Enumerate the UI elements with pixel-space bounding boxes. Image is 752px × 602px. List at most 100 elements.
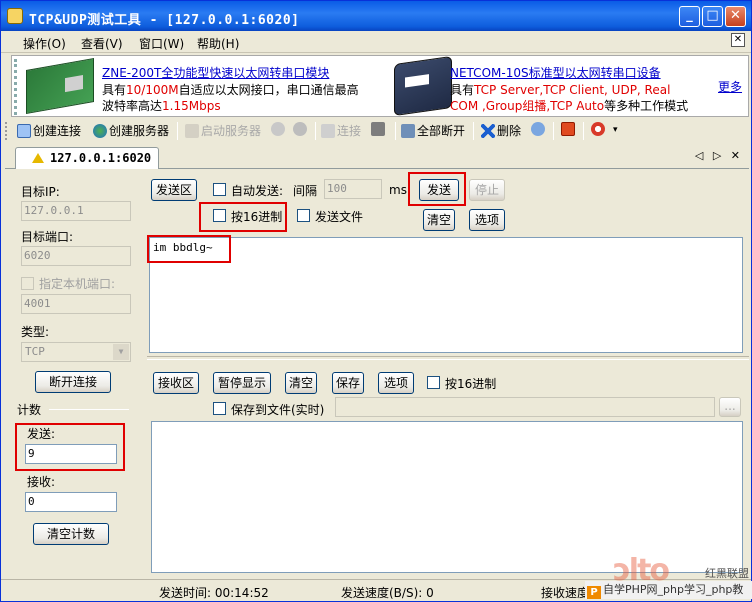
- tab-connection[interactable]: 127.0.0.1:6020: [15, 147, 159, 169]
- maximize-button[interactable]: □: [702, 6, 723, 27]
- recv-save-button[interactable]: 保存: [332, 372, 364, 394]
- create-connection-button[interactable]: 创建连接: [17, 122, 81, 140]
- status-send-time: 发送时间: 00:14:52: [159, 586, 269, 600]
- menu-operate[interactable]: 操作(O): [23, 35, 66, 52]
- type-select[interactable]: TCP ▼: [21, 342, 131, 362]
- start-server-button[interactable]: 启动服务器: [185, 122, 261, 140]
- server-settings-button[interactable]: [271, 122, 287, 140]
- help-button[interactable]: [591, 122, 607, 140]
- recv-clear-button[interactable]: 清空: [285, 372, 317, 394]
- network-icon: [531, 122, 545, 136]
- chevron-down-icon[interactable]: ▼: [113, 344, 129, 360]
- menu-window[interactable]: 窗口(W): [139, 35, 184, 52]
- close-button[interactable]: ✕: [725, 6, 746, 27]
- toolbar-overflow-chevron-icon[interactable]: ▾: [613, 125, 618, 143]
- toolbar-separator: [395, 122, 396, 140]
- network-button[interactable]: [531, 122, 547, 140]
- send-options-button[interactable]: 选项: [469, 209, 505, 231]
- gear-icon: [271, 122, 285, 136]
- toolbar-separator: [473, 122, 474, 140]
- connect-icon: [321, 124, 335, 138]
- ad-more-link[interactable]: 更多: [718, 78, 742, 95]
- toolbar-separator: [315, 122, 316, 140]
- menu-help[interactable]: 帮助(H): [197, 35, 239, 52]
- target-port-label: 目标端口:: [21, 230, 74, 244]
- save-file-path-field[interactable]: [335, 397, 715, 417]
- recv-hex-checkbox[interactable]: [427, 376, 440, 389]
- target-ip-field[interactable]: 127.0.0.1: [21, 201, 131, 221]
- interval-unit: ms: [389, 183, 407, 197]
- toolbar-separator: [553, 122, 554, 140]
- minimize-button[interactable]: _: [679, 6, 700, 27]
- title-bar[interactable]: TCP&UDP测试工具 - [127.0.0.1:6020] _ □ ✕: [1, 1, 751, 31]
- send-count-field[interactable]: 9: [25, 444, 117, 464]
- auto-send-checkbox[interactable]: [213, 183, 226, 196]
- send-hex-checkbox[interactable]: [213, 209, 226, 222]
- netcom-device-image: [394, 55, 452, 117]
- recv-hex-label: 按16进制: [445, 377, 497, 391]
- globe-icon: [93, 124, 107, 138]
- send-textarea[interactable]: im bbdlg~: [149, 237, 743, 353]
- connect-button[interactable]: 连接: [321, 122, 361, 140]
- receive-textarea[interactable]: [151, 421, 743, 573]
- connection-settings-panel: 目标IP: 127.0.0.1 目标端口: 6020 指定本机端口: 4001 …: [5, 171, 143, 573]
- menu-view[interactable]: 查看(V): [81, 35, 123, 52]
- stop-send-button[interactable]: 停止: [469, 179, 505, 201]
- menu-bar: 操作(O) 查看(V) 窗口(W) 帮助(H) ✕: [1, 31, 751, 53]
- interval-field[interactable]: 100: [324, 179, 382, 199]
- save-to-file-checkbox[interactable]: [213, 402, 226, 415]
- receive-area-button[interactable]: 接收区: [153, 372, 199, 394]
- power-button[interactable]: [561, 122, 577, 140]
- toolbar-grip: [5, 122, 8, 140]
- pause-display-button[interactable]: 暂停显示: [213, 372, 271, 394]
- disconnect-button[interactable]: 断开连接: [35, 371, 111, 393]
- disconnect-all-icon: [401, 124, 415, 138]
- app-window: TCP&UDP测试工具 - [127.0.0.1:6020] _ □ ✕ 操作(…: [0, 0, 752, 602]
- local-port-checkbox[interactable]: [21, 277, 34, 290]
- panel-splitter[interactable]: [147, 356, 749, 360]
- ad-link-netcom[interactable]: NETCOM-10S标准型以太网转串口设备: [450, 64, 661, 81]
- send-file-checkbox[interactable]: [297, 209, 310, 222]
- app-icon: [7, 8, 23, 24]
- window-title: TCP&UDP测试工具 - [127.0.0.1:6020]: [29, 13, 300, 28]
- mdi-close-icon[interactable]: ✕: [731, 33, 745, 47]
- create-server-button[interactable]: 创建服务器: [93, 122, 169, 140]
- local-port-field[interactable]: 4001: [21, 294, 131, 314]
- auto-send-label: 自动发送:: [231, 184, 284, 198]
- disconnect-all-button[interactable]: 全部断开: [401, 122, 465, 140]
- send-file-label: 发送文件: [315, 210, 364, 224]
- stop-icon: [293, 122, 307, 136]
- delete-icon: [481, 124, 495, 138]
- module-board-image: [26, 58, 94, 114]
- disconnect-icon: [371, 122, 385, 136]
- watermark-text: 红黑联盟: [705, 567, 749, 580]
- browse-button[interactable]: ...: [719, 397, 741, 417]
- delete-button[interactable]: 删除: [481, 122, 521, 140]
- toolbar: 创建连接 创建服务器 启动服务器 连接 全部断开 删除 ▾: [1, 119, 751, 143]
- send-count-label: 发送:: [27, 427, 56, 441]
- ad-link-zne200t[interactable]: ZNE-200T全功能型快速以太网转串口模块: [102, 64, 329, 81]
- clear-count-button[interactable]: 清空计数: [33, 523, 109, 545]
- local-port-label: 指定本机端口:: [39, 277, 116, 291]
- watermark-bar: P 自学PHP网_php学习_php教: [585, 581, 752, 599]
- target-port-field[interactable]: 6020: [21, 246, 131, 266]
- recv-count-field[interactable]: 0: [25, 492, 117, 512]
- count-group-divider: [49, 409, 129, 410]
- send-hex-label: 按16进制: [231, 210, 283, 224]
- server-start-icon: [185, 124, 199, 138]
- ad-left-line3: 波特率高达1.15Mbps: [102, 99, 221, 113]
- connection-warning-icon: [32, 153, 44, 163]
- send-button[interactable]: 发送: [419, 179, 459, 201]
- ad-banner: ZNE-200T全功能型快速以太网转串口模块 具有10/100M自适应以太网接口…: [11, 55, 749, 117]
- send-area-button[interactable]: 发送区: [151, 179, 197, 201]
- power-icon: [561, 122, 575, 136]
- recv-options-button[interactable]: 选项: [378, 372, 414, 394]
- toolbar-separator: [583, 122, 584, 140]
- disconnect-icon-button[interactable]: [371, 122, 387, 140]
- status-recv-speed: 接收速度: [541, 586, 590, 600]
- stop-button[interactable]: [293, 122, 309, 140]
- tab-navigation-controls[interactable]: ◁ ▷ ✕: [695, 149, 743, 162]
- send-clear-button[interactable]: 清空: [423, 209, 455, 231]
- save-to-file-label: 保存到文件(实时): [231, 403, 325, 417]
- connection-tab-strip: 127.0.0.1:6020 ◁ ▷ ✕: [5, 145, 749, 169]
